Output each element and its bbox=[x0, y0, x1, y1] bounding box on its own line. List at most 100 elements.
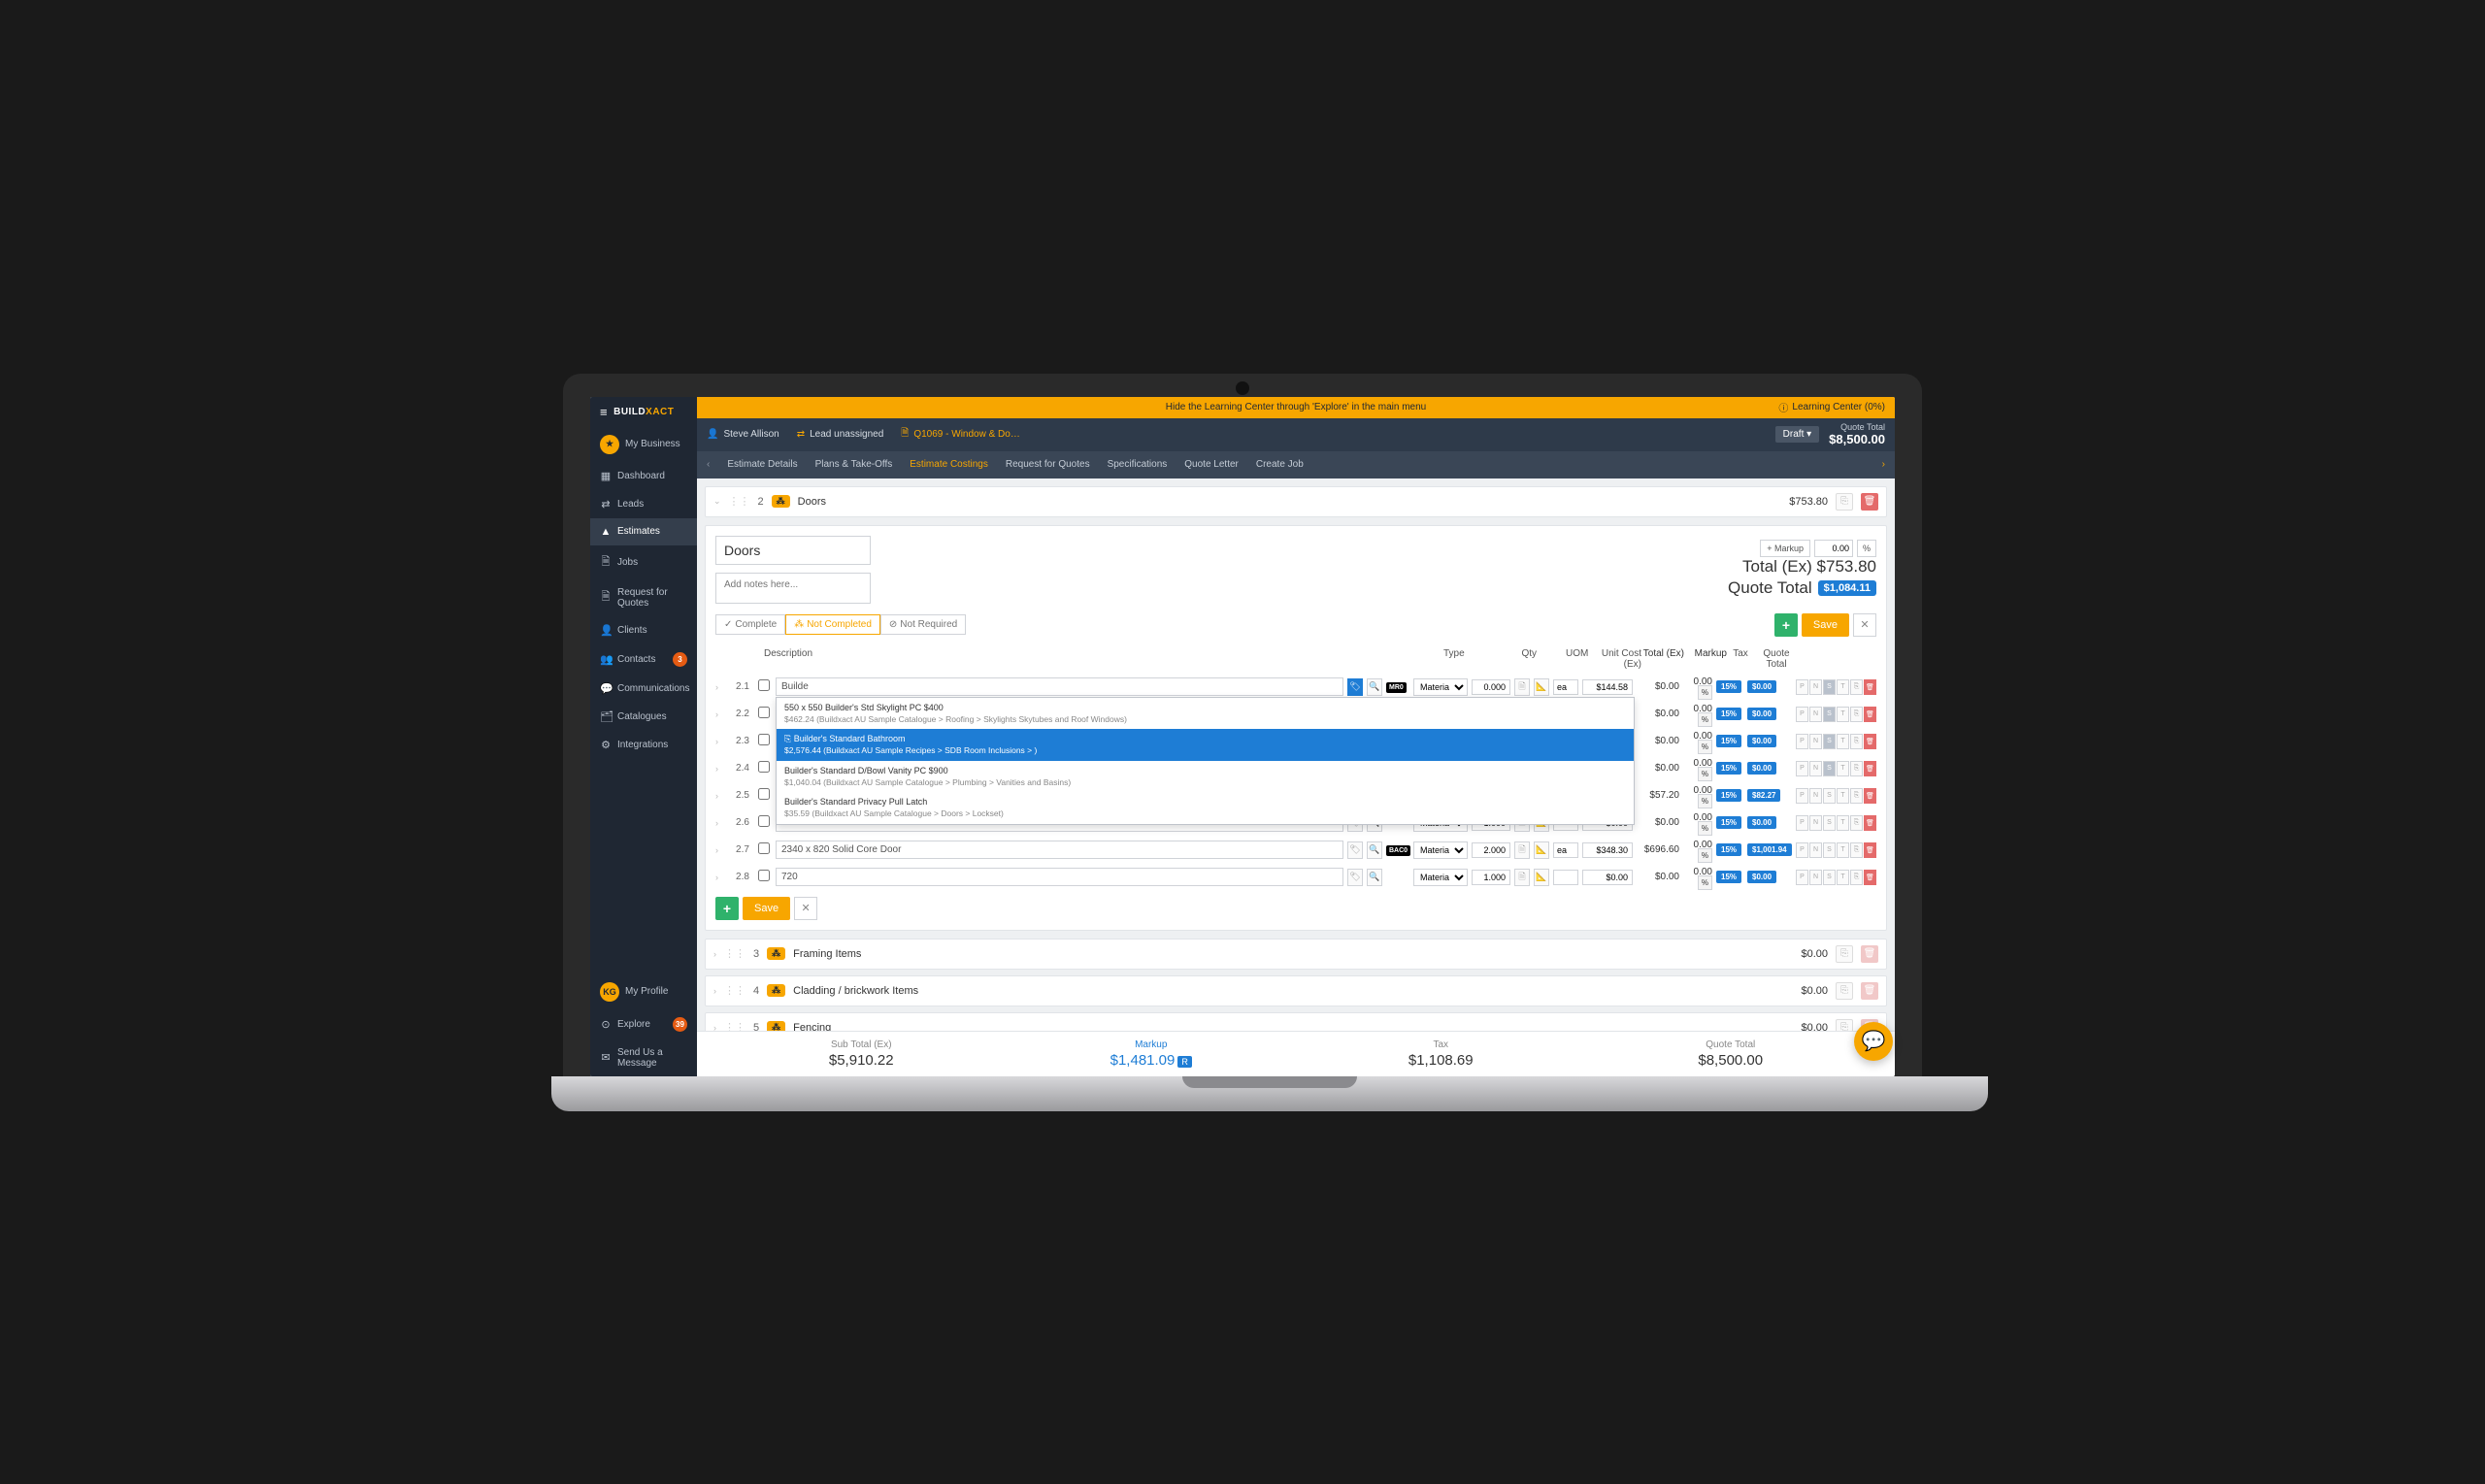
sidebar-my-business[interactable]: ★ My Business bbox=[590, 427, 697, 462]
delete-section-button[interactable]: 🗑 bbox=[1861, 493, 1878, 511]
delete-line-button[interactable]: 🗑 bbox=[1864, 679, 1876, 695]
section-title-input[interactable] bbox=[715, 536, 871, 565]
uom-input[interactable] bbox=[1553, 679, 1578, 695]
delete-section-button[interactable]: 🗑 bbox=[1861, 945, 1878, 963]
measure-icon[interactable]: 📐 bbox=[1534, 678, 1549, 696]
tax-badge[interactable]: 15% bbox=[1716, 735, 1741, 747]
status-dropdown[interactable]: Draft ▾ bbox=[1775, 426, 1819, 443]
flag-s[interactable]: S bbox=[1823, 842, 1836, 858]
flag-t[interactable]: T bbox=[1837, 707, 1849, 722]
flag-n[interactable]: N bbox=[1809, 679, 1822, 695]
flag-t[interactable]: T bbox=[1837, 870, 1849, 885]
flag-p[interactable]: P bbox=[1796, 734, 1808, 749]
autocomplete-item[interactable]: Builder's Standard Privacy Pull Latch$35… bbox=[777, 792, 1634, 823]
flag-s[interactable]: S bbox=[1823, 761, 1836, 776]
flag-n[interactable]: N bbox=[1809, 761, 1822, 776]
copy-section-button[interactable]: ⎘ bbox=[1836, 982, 1853, 1000]
expand-icon[interactable]: › bbox=[713, 1023, 716, 1031]
save-button-top[interactable]: Save bbox=[1802, 613, 1849, 637]
flag-copy[interactable]: ⎘ bbox=[1850, 734, 1863, 749]
flag-p[interactable]: P bbox=[1796, 707, 1808, 722]
tab-estimate-details[interactable]: Estimate Details bbox=[727, 459, 797, 470]
footer-markup[interactable]: Markup$1,481.09R bbox=[1007, 1039, 1297, 1069]
tab-create-job[interactable]: Create Job bbox=[1256, 459, 1304, 470]
flag-copy[interactable]: ⎘ bbox=[1850, 679, 1863, 695]
row-checkbox[interactable] bbox=[758, 707, 770, 718]
tax-badge[interactable]: 15% bbox=[1716, 843, 1741, 856]
collapsed-section-row[interactable]: › ⋮⋮ 3 ⁂ Framing Items $0.00 ⎘ 🗑 bbox=[705, 939, 1887, 970]
status-not-required-button[interactable]: ⊘ Not Required bbox=[880, 614, 966, 635]
tab-quote-letter[interactable]: Quote Letter bbox=[1184, 459, 1239, 470]
ctx-lead[interactable]: ⇄Lead unassigned bbox=[797, 429, 884, 440]
delete-line-button[interactable]: 🗑 bbox=[1864, 788, 1876, 804]
delete-line-button[interactable]: 🗑 bbox=[1864, 870, 1876, 885]
flag-p[interactable]: P bbox=[1796, 870, 1808, 885]
add-line-button-bottom[interactable]: + bbox=[715, 897, 739, 920]
markup-value-input[interactable] bbox=[1814, 540, 1853, 557]
description-input[interactable] bbox=[776, 841, 1343, 859]
uom-input[interactable] bbox=[1553, 842, 1578, 858]
flag-n[interactable]: N bbox=[1809, 815, 1822, 831]
flag-copy[interactable]: ⎘ bbox=[1850, 707, 1863, 722]
flag-copy[interactable]: ⎘ bbox=[1850, 870, 1863, 885]
flag-s[interactable]: S bbox=[1823, 870, 1836, 885]
row-checkbox[interactable] bbox=[758, 761, 770, 773]
tax-badge[interactable]: 15% bbox=[1716, 762, 1741, 775]
flag-n[interactable]: N bbox=[1809, 842, 1822, 858]
autocomplete-item[interactable]: 550 x 550 Builder's Std Skylight PC $400… bbox=[777, 698, 1634, 729]
sidebar-item-contacts[interactable]: 👥Contacts3 bbox=[590, 644, 697, 675]
qty-input[interactable] bbox=[1472, 842, 1510, 858]
status-complete-button[interactable]: ✓ Complete bbox=[715, 614, 785, 635]
description-input[interactable] bbox=[776, 868, 1343, 886]
row-checkbox[interactable] bbox=[758, 679, 770, 691]
delete-line-button[interactable]: 🗑 bbox=[1864, 815, 1876, 831]
tab-estimate-costings[interactable]: Estimate Costings bbox=[910, 459, 988, 470]
row-checkbox[interactable] bbox=[758, 734, 770, 745]
tax-badge[interactable]: 15% bbox=[1716, 789, 1741, 802]
qty-input[interactable] bbox=[1472, 870, 1510, 885]
search-icon[interactable]: 🔍 bbox=[1367, 841, 1382, 859]
flag-s[interactable]: S bbox=[1823, 679, 1836, 695]
brand-logo[interactable]: ≡ BUILDXACT bbox=[590, 397, 697, 427]
sidebar-item-catalogues[interactable]: 🗂Catalogues bbox=[590, 703, 697, 731]
drag-handle-icon[interactable]: ⋮⋮ bbox=[724, 1021, 746, 1031]
row-expand-icon[interactable]: › bbox=[715, 764, 727, 774]
add-markup-button[interactable]: + Markup bbox=[1760, 540, 1810, 557]
delete-line-button[interactable]: 🗑 bbox=[1864, 761, 1876, 776]
sidebar-explore[interactable]: ⊙ Explore 39 bbox=[590, 1009, 697, 1039]
ctx-ref[interactable]: 🗎Q1069 - Window & Do… bbox=[901, 426, 1020, 443]
row-checkbox[interactable] bbox=[758, 788, 770, 800]
sidebar-item-clients[interactable]: 👤Clients bbox=[590, 616, 697, 644]
flag-n[interactable]: N bbox=[1809, 707, 1822, 722]
row-expand-icon[interactable]: › bbox=[715, 682, 727, 692]
autocomplete-item[interactable]: Builder's Standard D/Bowl Vanity PC $900… bbox=[777, 761, 1634, 792]
row-checkbox[interactable] bbox=[758, 870, 770, 881]
flag-p[interactable]: P bbox=[1796, 761, 1808, 776]
close-panel-button[interactable]: ✕ bbox=[1853, 613, 1876, 637]
drag-handle-icon[interactable]: ⋮⋮ bbox=[729, 495, 750, 508]
copy-section-button[interactable]: ⎘ bbox=[1836, 945, 1853, 963]
flag-copy[interactable]: ⎘ bbox=[1850, 788, 1863, 804]
sidebar-item-communications[interactable]: 💬Communications bbox=[590, 675, 697, 703]
flag-p[interactable]: P bbox=[1796, 815, 1808, 831]
row-checkbox[interactable] bbox=[758, 815, 770, 827]
tax-badge[interactable]: 15% bbox=[1716, 871, 1741, 883]
row-checkbox[interactable] bbox=[758, 842, 770, 854]
flag-s[interactable]: S bbox=[1823, 734, 1836, 749]
sidebar-my-profile[interactable]: KG My Profile bbox=[590, 974, 697, 1009]
flag-t[interactable]: T bbox=[1837, 679, 1849, 695]
unit-cost-input[interactable] bbox=[1582, 870, 1633, 885]
tax-badge[interactable]: 15% bbox=[1716, 708, 1741, 720]
type-select[interactable]: Material bbox=[1413, 869, 1468, 886]
flag-t[interactable]: T bbox=[1837, 815, 1849, 831]
flag-copy[interactable]: ⎘ bbox=[1850, 761, 1863, 776]
delete-line-button[interactable]: 🗑 bbox=[1864, 842, 1876, 858]
catalog-search-icon[interactable]: 🏷 bbox=[1347, 869, 1363, 886]
flag-n[interactable]: N bbox=[1809, 788, 1822, 804]
tab-prev-icon[interactable]: ‹ bbox=[707, 459, 710, 470]
flag-copy[interactable]: ⎘ bbox=[1850, 815, 1863, 831]
tax-badge[interactable]: 15% bbox=[1716, 680, 1741, 693]
row-expand-icon[interactable]: › bbox=[715, 873, 727, 882]
calculator-icon[interactable]: 🗎 bbox=[1514, 678, 1530, 696]
flag-s[interactable]: S bbox=[1823, 707, 1836, 722]
